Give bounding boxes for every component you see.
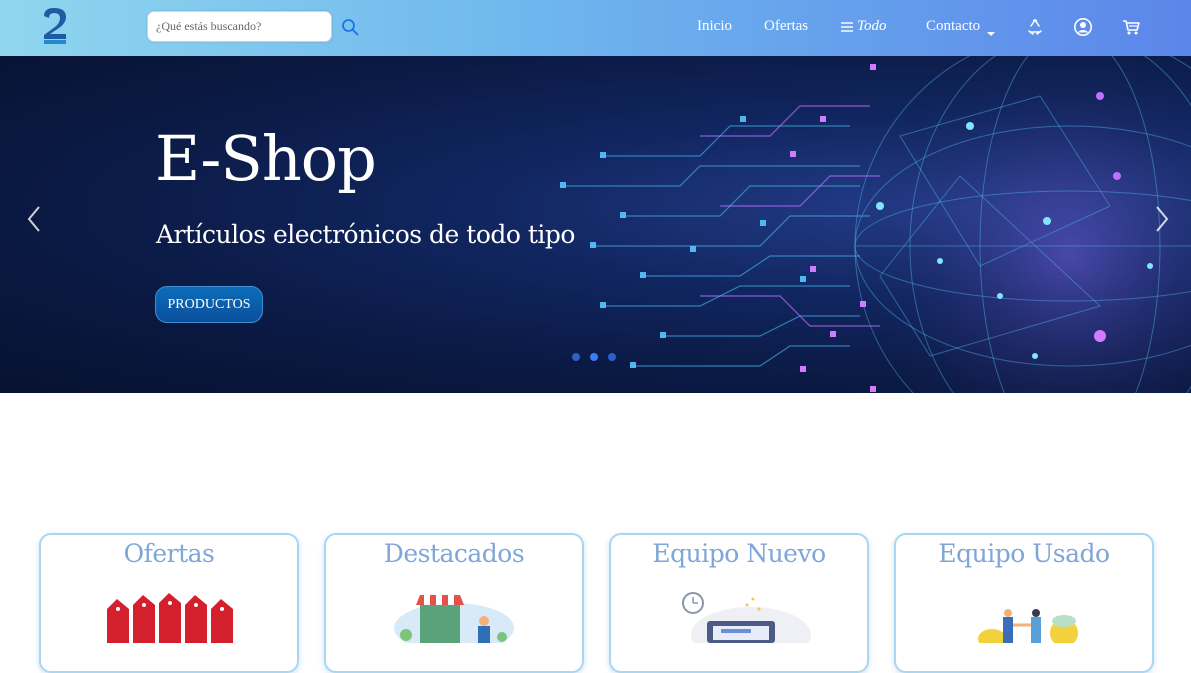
user-icon[interactable]	[1073, 17, 1093, 37]
hero-carousel: E-Shop Artículos electrónicos de todo ti…	[0, 56, 1191, 393]
nav-links: Inicio Ofertas Todo Contacto	[0, 0, 1191, 56]
chevron-down-icon[interactable]	[986, 23, 996, 36]
hero-subtitle: Artículos electrónicos de todo tipo	[156, 220, 575, 249]
shop-illustration-image	[394, 595, 514, 643]
carousel-indicators	[572, 353, 616, 361]
category-card-new-equipment[interactable]: Equipo Nuevo	[609, 533, 869, 673]
carousel-dot-2[interactable]	[590, 353, 598, 361]
category-title: Ofertas	[123, 539, 215, 568]
used-equipment-image	[978, 609, 1078, 643]
navbar: Inicio Ofertas Todo Contacto	[0, 0, 1191, 56]
carousel-dot-1[interactable]	[572, 353, 580, 361]
category-card-offers[interactable]: Ofertas	[39, 533, 299, 673]
recycle-icon[interactable]	[1025, 17, 1045, 37]
category-title: Equipo Nuevo	[652, 539, 826, 568]
category-title: Destacados	[383, 539, 525, 568]
nav-link-all[interactable]: Todo	[857, 18, 886, 35]
nav-link-home[interactable]: Inicio	[697, 18, 732, 35]
menu-icon[interactable]	[840, 19, 854, 33]
products-button[interactable]: PRODUCTOS	[155, 286, 263, 323]
category-title: Equipo Usado	[938, 539, 1110, 568]
category-card-used-equipment[interactable]: Equipo Usado	[894, 533, 1154, 673]
nav-link-contact[interactable]: Contacto	[926, 18, 980, 35]
nav-link-offers[interactable]: Ofertas	[764, 18, 808, 35]
hero-title: E-Shop	[155, 122, 377, 195]
carousel-dot-3[interactable]	[608, 353, 616, 361]
carousel-next-icon[interactable]	[1150, 204, 1172, 234]
cart-icon[interactable]	[1121, 17, 1141, 37]
sale-tags-image	[107, 593, 233, 643]
new-equipment-image	[682, 592, 811, 643]
category-card-featured[interactable]: Destacados	[324, 533, 584, 673]
carousel-prev-icon[interactable]	[24, 204, 46, 234]
